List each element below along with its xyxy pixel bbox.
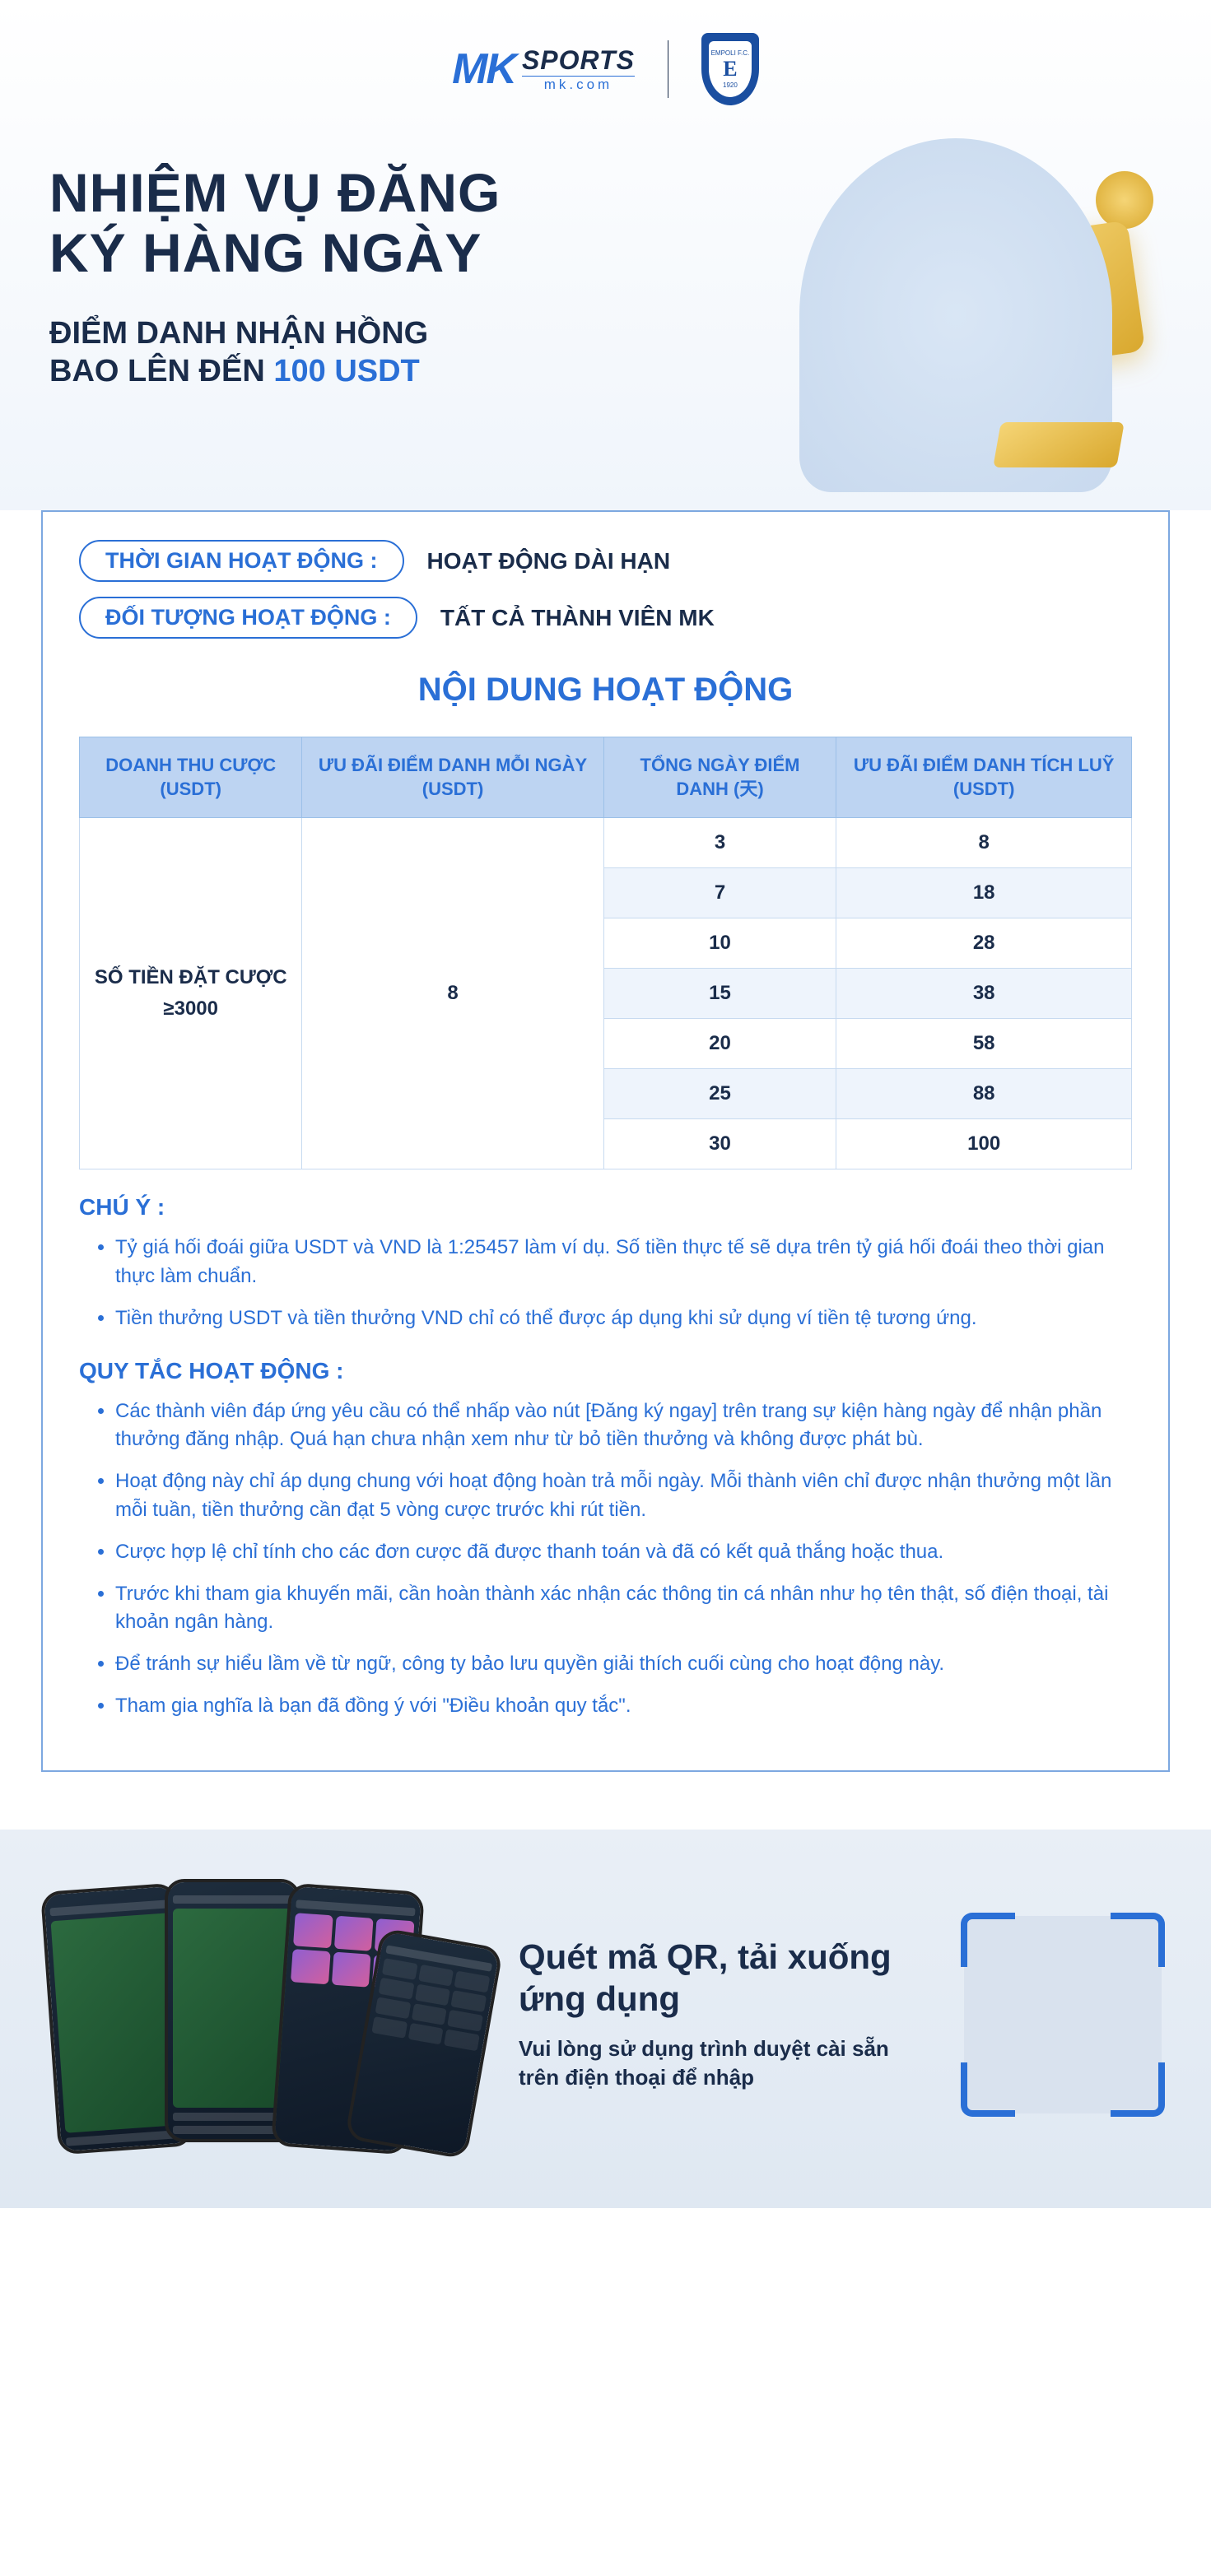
cumulative-cell: 88 <box>836 1069 1132 1119</box>
activity-panel: THỜI GIAN HOẠT ĐỘNG : HOẠT ĐỘNG DÀI HẠN … <box>41 510 1170 1772</box>
days-cell: 3 <box>603 818 836 868</box>
hero-banner: MK SPORTS mk.com EMPOLI F.C. E 1920 NHIỆ… <box>0 0 1211 510</box>
content-section-title: NỘI DUNG HOẠT ĐỘNG <box>79 672 1132 709</box>
days-cell: 7 <box>603 868 836 918</box>
days-cell: 10 <box>603 918 836 969</box>
partner-badge-letter: E <box>723 57 737 81</box>
notes-list: Tỷ giá hối đoái giữa USDT và VND là 1:25… <box>79 1234 1132 1332</box>
list-item: Cược hợp lệ chỉ tính cho các đơn cược đã… <box>115 1538 1132 1567</box>
list-item: Tham gia nghĩa là bạn đã đồng ý với "Điề… <box>115 1692 1132 1721</box>
activity-target-value: TẤT CẢ THÀNH VIÊN MK <box>440 605 715 631</box>
bonus-table: DOANH THU CƯỢC (USDT) ƯU ĐÃI ĐIỂM DANH M… <box>79 737 1132 1169</box>
days-cell: 25 <box>603 1069 836 1119</box>
meta-row-target: ĐỐI TƯỢNG HOẠT ĐỘNG : TẤT CẢ THÀNH VIÊN … <box>79 597 1132 639</box>
partner-badge-icon: EMPOLI F.C. E 1920 <box>701 33 759 105</box>
activity-time-label: THỜI GIAN HOẠT ĐỘNG : <box>79 540 404 582</box>
meta-row-time: THỜI GIAN HOẠT ĐỘNG : HOẠT ĐỘNG DÀI HẠN <box>79 540 1132 582</box>
logo-bar: MK SPORTS mk.com EMPOLI F.C. E 1920 <box>49 33 1162 105</box>
activity-target-label: ĐỐI TƯỢNG HOẠT ĐỘNG : <box>79 597 417 639</box>
brand-mark: MK <box>452 44 515 94</box>
table-row: SỐ TIỀN ĐẶT CƯỢC≥3000838 <box>80 818 1132 868</box>
cumulative-cell: 18 <box>836 868 1132 918</box>
col-cumulative-bonus: ƯU ĐÃI ĐIỂM DANH TÍCH LUỸ (USDT) <box>836 737 1132 818</box>
activity-time-value: HOẠT ĐỘNG DÀI HẠN <box>427 548 671 574</box>
brand-url: mk.com <box>522 76 635 93</box>
col-total-days: TỔNG NGÀY ĐIỂM DANH (天) <box>603 737 836 818</box>
brand-logo: MK SPORTS mk.com <box>452 44 635 94</box>
days-cell: 20 <box>603 1019 836 1069</box>
notes-heading: CHÚ Ý : <box>79 1194 1132 1221</box>
col-revenue: DOANH THU CƯỢC (USDT) <box>80 737 302 818</box>
cumulative-cell: 100 <box>836 1119 1132 1169</box>
cumulative-cell: 58 <box>836 1019 1132 1069</box>
hero-bonus-amount: 100 USDT <box>273 354 419 388</box>
list-item: Trước khi tham gia khuyến mãi, cần hoàn … <box>115 1580 1132 1638</box>
hero-title: NHIỆM VỤ ĐĂNG KÝ HÀNG NGÀY <box>49 163 609 282</box>
hero-figure <box>609 146 1162 500</box>
days-cell: 15 <box>603 969 836 1019</box>
download-footer: Quét mã QR, tải xuống ứng dụng Vui lòng … <box>0 1830 1211 2208</box>
qr-code-frame-icon <box>964 1916 1162 2113</box>
col-daily-bonus: ƯU ĐÃI ĐIỂM DANH MỖI NGÀY (USDT) <box>302 737 603 818</box>
phones-mockup <box>49 1879 486 2151</box>
list-item: Để tránh sự hiểu lầm về từ ngữ, công ty … <box>115 1650 1132 1679</box>
gold-bar-icon <box>993 422 1125 467</box>
list-item: Hoạt động này chỉ áp dụng chung với hoạt… <box>115 1467 1132 1525</box>
list-item: Tỷ giá hối đoái giữa USDT và VND là 1:25… <box>115 1234 1132 1291</box>
list-item: Tiền thưởng USDT và tiền thưởng VND chỉ … <box>115 1304 1132 1333</box>
hero-subtitle: ĐIỂM DANH NHẬN HỒNG BAO LÊN ĐẾN 100 USDT <box>49 315 609 390</box>
cumulative-cell: 38 <box>836 969 1132 1019</box>
cumulative-cell: 8 <box>836 818 1132 868</box>
partner-badge-year: 1920 <box>723 81 738 89</box>
revenue-cell: SỐ TIỀN ĐẶT CƯỢC≥3000 <box>80 818 302 1169</box>
daily-bonus-cell: 8 <box>302 818 603 1169</box>
footer-subtitle: Vui lòng sử dụng trình duyệt cài sẵn trê… <box>519 2034 931 2092</box>
days-cell: 30 <box>603 1119 836 1169</box>
list-item: Các thành viên đáp ứng yêu cầu có thể nh… <box>115 1397 1132 1455</box>
cumulative-cell: 28 <box>836 918 1132 969</box>
rules-list: Các thành viên đáp ứng yêu cầu có thể nh… <box>79 1397 1132 1721</box>
rules-heading: QUY TẮC HOẠT ĐỘNG : <box>79 1358 1132 1384</box>
brand-name: SPORTS <box>522 45 635 76</box>
footer-title: Quét mã QR, tải xuống ứng dụng <box>519 1937 931 2020</box>
partner-badge-top: EMPOLI F.C. <box>711 49 750 57</box>
gold-coin-icon <box>1096 171 1153 229</box>
